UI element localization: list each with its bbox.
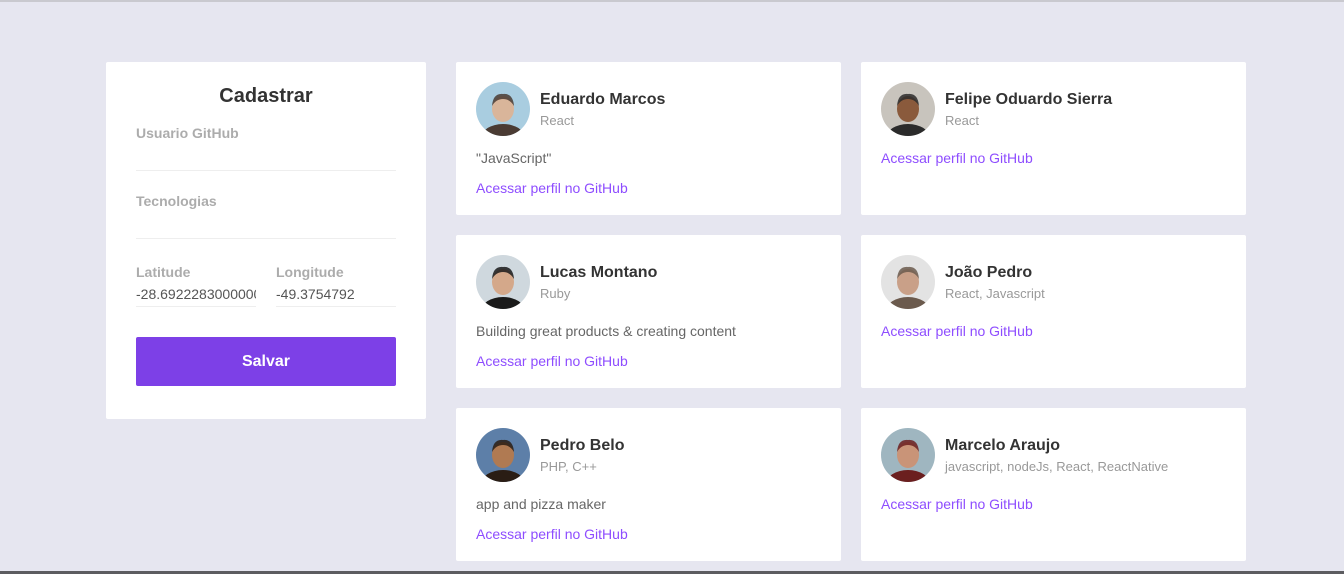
github-profile-link[interactable]: Acessar perfil no GitHub [476, 524, 821, 544]
longitude-input[interactable] [276, 286, 396, 302]
latitude-field: Latitude [136, 261, 256, 307]
dev-bio: "JavaScript" [476, 150, 552, 166]
dev-name: Lucas Montano [540, 263, 658, 281]
techs-input[interactable] [136, 209, 396, 225]
user-info: Pedro Belo PHP, C++ [540, 437, 624, 474]
dev-name: Eduardo Marcos [540, 90, 666, 108]
dev-name: João Pedro [945, 263, 1033, 281]
dev-card-header: Marcelo Araujo javascript, nodeJs, React… [881, 428, 1226, 482]
dev-card-header: Felipe Oduardo Sierra React [881, 82, 1226, 136]
dev-card-header: Pedro Belo PHP, C++ [476, 428, 821, 482]
dev-name: Marcelo Araujo [945, 436, 1060, 454]
latitude-label: Latitude [136, 264, 191, 280]
coordinates-row: Latitude Longitude [136, 261, 396, 307]
dev-card-header: Lucas Montano Ruby [476, 255, 821, 309]
dev-card: Marcelo Araujo javascript, nodeJs, React… [861, 408, 1246, 561]
dev-card-header: João Pedro React, Javascript [881, 255, 1226, 309]
github-profile-link[interactable]: Acessar perfil no GitHub [881, 321, 1226, 341]
top-border [0, 0, 1344, 2]
avatar [476, 82, 530, 136]
dev-card: Pedro Belo PHP, C++ app and pizza maker … [456, 408, 841, 561]
github-profile-link[interactable]: Acessar perfil no GitHub [881, 148, 1226, 168]
dev-name: Pedro Belo [540, 436, 625, 454]
dev-techs: React [945, 112, 979, 128]
github-user-label: Usuario GitHub [136, 125, 239, 141]
dev-card: Eduardo Marcos React "JavaScript" Acessa… [456, 62, 841, 215]
user-info: João Pedro React, Javascript [945, 264, 1045, 301]
register-form-panel: Cadastrar Usuario GitHub Tecnologias Lat… [106, 62, 426, 419]
user-info: Lucas Montano Ruby [540, 264, 657, 301]
save-button[interactable]: Salvar [136, 337, 396, 386]
avatar [881, 428, 935, 482]
dev-card: João Pedro React, Javascript Acessar per… [861, 235, 1246, 388]
github-profile-link[interactable]: Acessar perfil no GitHub [881, 494, 1226, 514]
user-info: Felipe Oduardo Sierra React [945, 91, 1112, 128]
avatar [476, 255, 530, 309]
dev-techs: React [540, 112, 574, 128]
avatar [881, 255, 935, 309]
github-user-field: Usuario GitHub [136, 125, 396, 171]
github-profile-link[interactable]: Acessar perfil no GitHub [476, 178, 821, 198]
latitude-input[interactable] [136, 286, 256, 302]
dev-techs: PHP, C++ [540, 458, 597, 474]
longitude-field: Longitude [276, 261, 396, 307]
user-info: Marcelo Araujo javascript, nodeJs, React… [945, 437, 1168, 474]
techs-field: Tecnologias [136, 193, 396, 239]
dev-bio: Building great products & creating conte… [476, 323, 736, 339]
github-profile-link[interactable]: Acessar perfil no GitHub [476, 351, 821, 371]
avatar [476, 428, 530, 482]
longitude-label: Longitude [276, 264, 344, 280]
github-user-input[interactable] [136, 141, 396, 157]
dev-name: Felipe Oduardo Sierra [945, 90, 1113, 108]
dev-techs: React, Javascript [945, 285, 1045, 301]
dev-card: Felipe Oduardo Sierra React Acessar perf… [861, 62, 1246, 215]
dev-techs: Ruby [540, 285, 571, 301]
dev-bio: app and pizza maker [476, 496, 606, 512]
user-info: Eduardo Marcos React [540, 91, 665, 128]
dev-card: Lucas Montano Ruby Building great produc… [456, 235, 841, 388]
form-title: Cadastrar [219, 85, 313, 107]
avatar [881, 82, 935, 136]
techs-label: Tecnologias [136, 193, 217, 209]
dev-techs: javascript, nodeJs, React, ReactNative [945, 458, 1169, 474]
dev-card-header: Eduardo Marcos React [476, 82, 821, 136]
